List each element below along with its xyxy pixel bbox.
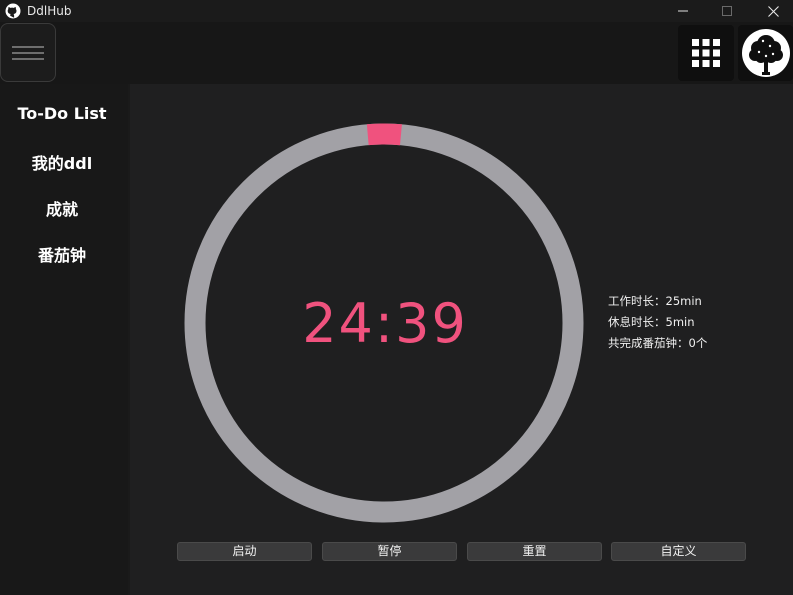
sidebar-item-my-ddl[interactable]: 我的ddl [0, 150, 124, 174]
sidebar: To-Do List 我的ddl 成就 番茄钟 [0, 84, 128, 595]
app-window: DdlHub To-Do List 我的ddl 成就 番茄钟 24:39 工作时… [0, 0, 793, 595]
grid-apps-icon [692, 39, 720, 67]
title-bar[interactable]: DdlHub [0, 0, 793, 22]
menu-button[interactable] [0, 23, 56, 82]
timer-display: 24:39 [302, 292, 468, 355]
hamburger-menu-icon [12, 45, 44, 60]
work-duration-label: 工作时长：25min [608, 294, 702, 308]
start-button[interactable]: 启动 [177, 542, 312, 561]
completed-count-label: 共完成番茄钟：0个 [608, 336, 708, 350]
close-button[interactable] [750, 0, 793, 22]
sidebar-item-todo-list[interactable]: To-Do List [0, 104, 124, 123]
close-icon [767, 5, 779, 17]
apps-button[interactable] [678, 25, 734, 81]
github-icon [5, 3, 21, 19]
custom-button[interactable]: 自定义 [611, 542, 746, 561]
avatar-button[interactable] [738, 25, 793, 81]
break-duration-label: 休息时长：5min [608, 315, 695, 329]
window-title: DdlHub [27, 4, 72, 18]
maximize-icon [722, 6, 732, 16]
header-bar [0, 22, 793, 84]
reset-button[interactable]: 重置 [467, 542, 602, 561]
maximize-button[interactable] [704, 0, 750, 22]
pomodoro-panel: 24:39 工作时长：25min 休息时长：5min 共完成番茄钟：0个 启动 … [130, 84, 793, 595]
pause-button[interactable]: 暂停 [322, 542, 457, 561]
tree-avatar-icon [741, 29, 790, 77]
minimize-button[interactable] [660, 0, 706, 22]
minimize-icon [678, 10, 688, 12]
sidebar-item-pomodoro[interactable]: 番茄钟 [0, 242, 124, 266]
sidebar-item-achievements[interactable]: 成就 [0, 196, 124, 220]
